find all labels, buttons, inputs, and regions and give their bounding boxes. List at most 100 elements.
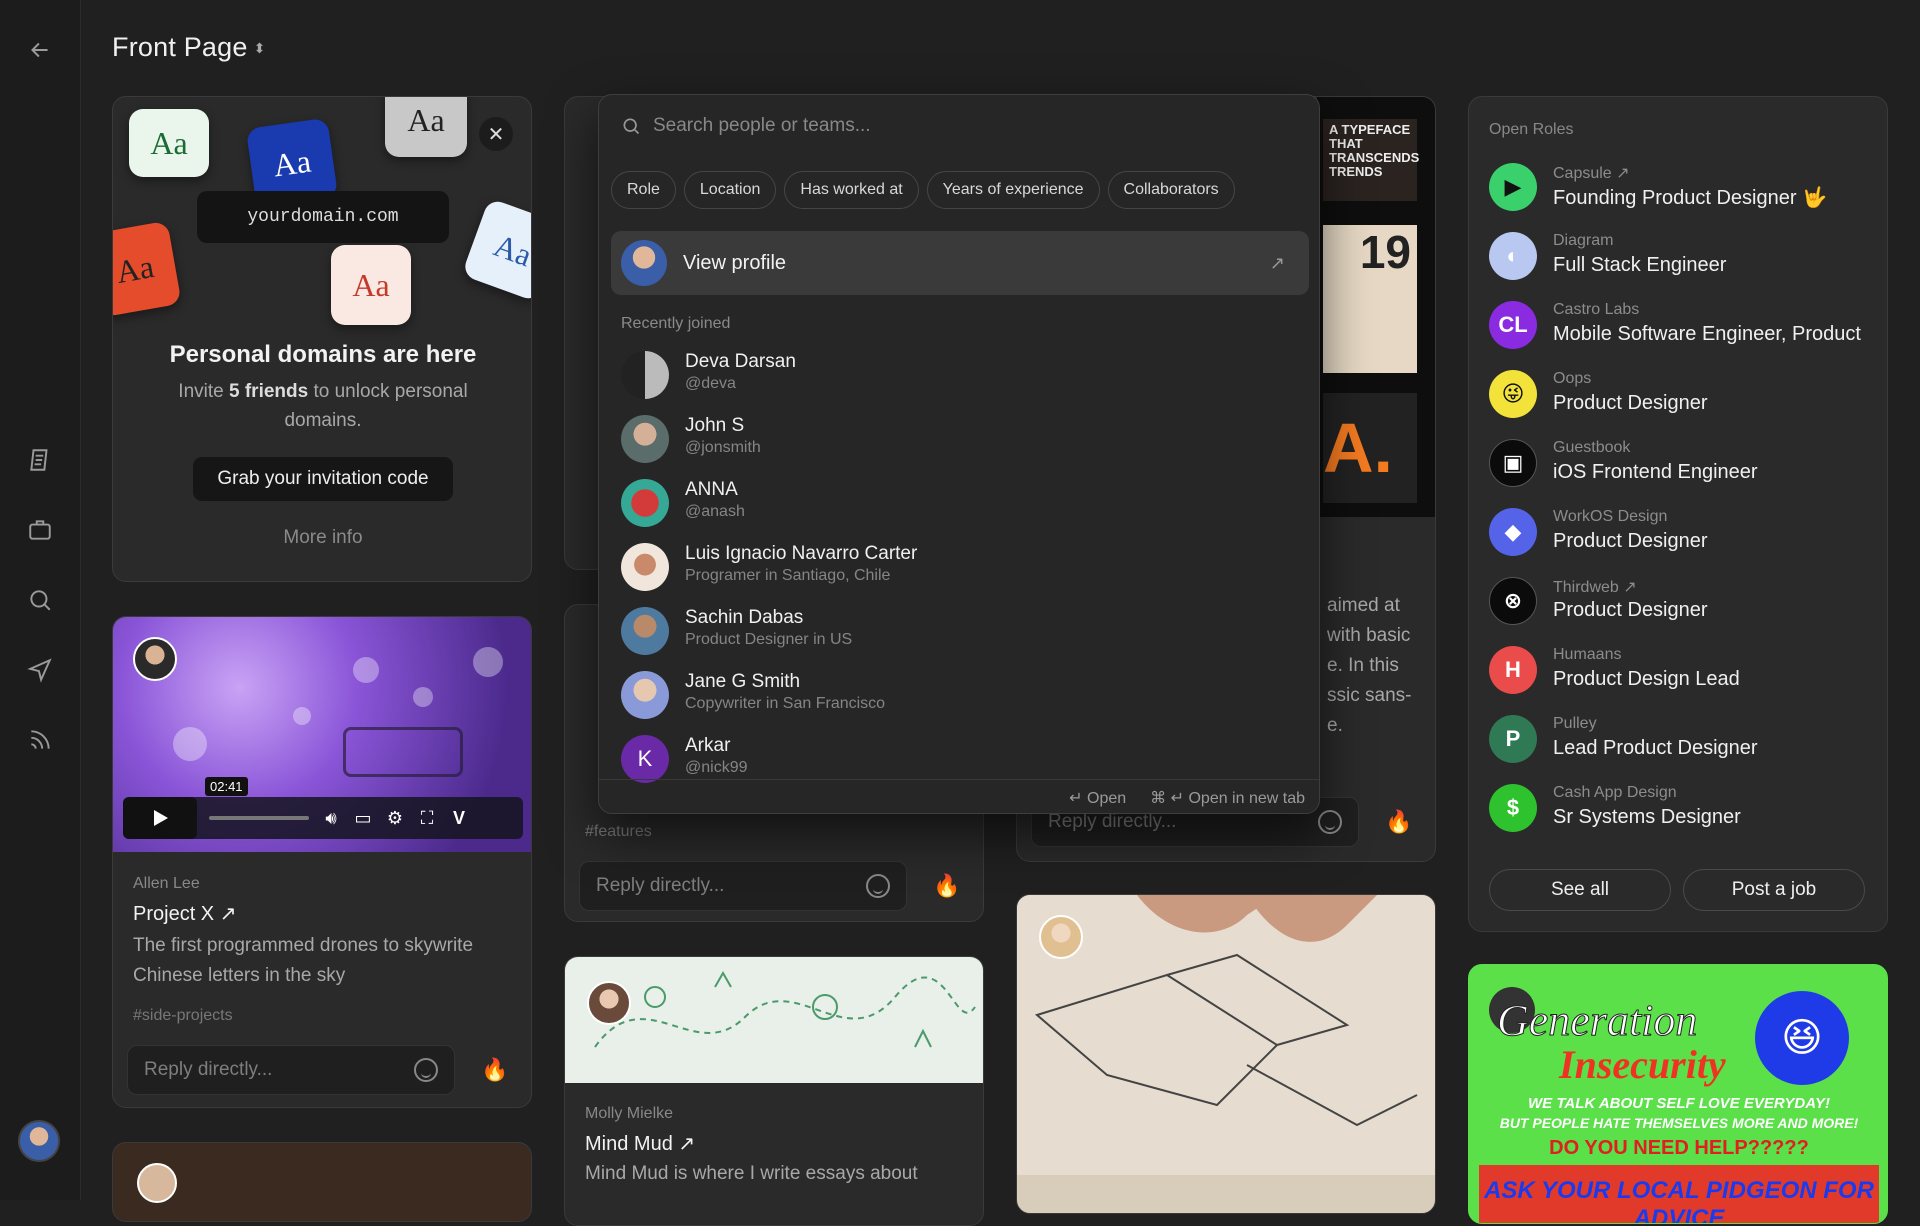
poster-text: A TYPEFACE THAT TRANSCENDS TRENDS bbox=[1323, 119, 1419, 201]
role-item[interactable]: $ Cash App Design Sr Systems Designer bbox=[1489, 780, 1879, 840]
briefcase-icon[interactable] bbox=[22, 512, 58, 548]
avatar bbox=[621, 415, 669, 463]
fire-icon[interactable]: 🔥 bbox=[1385, 809, 1412, 835]
role-item[interactable]: ▣ Guestbook iOS Frontend Engineer bbox=[1489, 435, 1879, 495]
person-handle: @nick99 bbox=[685, 759, 748, 776]
role-item[interactable]: ⊗ Thirdweb ↗ Product Designer bbox=[1489, 573, 1879, 633]
settings-icon[interactable]: ⚙ bbox=[385, 808, 405, 828]
author-avatar[interactable] bbox=[587, 981, 631, 1025]
vimeo-icon[interactable]: V bbox=[449, 808, 469, 828]
poster-line: ASK YOUR LOCAL PIDGEON FOR ADVICE bbox=[1479, 1165, 1879, 1223]
author-avatar[interactable] bbox=[133, 637, 177, 681]
avatar[interactable] bbox=[18, 1120, 60, 1162]
fire-icon[interactable]: 🔥 bbox=[933, 873, 960, 899]
drone-shape bbox=[343, 727, 463, 777]
more-info-link[interactable]: More info bbox=[113, 527, 531, 549]
domain-url: yourdomain.com bbox=[197, 191, 449, 243]
page-title[interactable]: Front Page ⬍ bbox=[112, 32, 266, 63]
filter-role[interactable]: Role bbox=[611, 171, 676, 209]
avatar bbox=[621, 607, 669, 655]
poster-line: WE TALK ABOUT SELF LOVE EVERYDAY! bbox=[1528, 1095, 1830, 1112]
send-icon[interactable] bbox=[22, 652, 58, 688]
role-item[interactable]: ◆ WorkOS Design Product Designer bbox=[1489, 504, 1879, 564]
project-title[interactable]: Project X ↗ bbox=[133, 901, 236, 926]
role-company: Guestbook bbox=[1553, 439, 1631, 456]
domain-card: Aa Aa Aa Aa Aa Aa yourdomain.com ✕ Perso… bbox=[112, 96, 532, 582]
post-job-button[interactable]: Post a job bbox=[1683, 869, 1865, 911]
open-new-tab-hint: ⌘ ↵ Open in new tab bbox=[1150, 789, 1305, 807]
person-name: Deva Darsan bbox=[685, 351, 796, 372]
avatar bbox=[621, 479, 669, 527]
person-row[interactable]: John S @jonsmith bbox=[621, 411, 1301, 471]
filter-collaborators[interactable]: Collaborators bbox=[1107, 171, 1235, 209]
oops-logo-icon: 😜 bbox=[1489, 370, 1537, 418]
role-item[interactable]: P Pulley Lead Product Designer bbox=[1489, 711, 1879, 771]
cast-icon[interactable]: ▭ bbox=[353, 808, 373, 828]
project-tag[interactable]: #side-projects bbox=[133, 1007, 233, 1025]
fire-icon[interactable]: 🔥 bbox=[481, 1057, 508, 1083]
view-profile-row[interactable]: View profile ↗ bbox=[611, 231, 1309, 295]
poster-card: 😆 Generation Insecurity WE TALK ABOUT SE… bbox=[1468, 964, 1888, 1224]
post-tag[interactable]: #features bbox=[585, 823, 652, 841]
close-icon[interactable]: ✕ bbox=[479, 117, 513, 151]
invitation-code-button[interactable]: Grab your invitation code bbox=[193, 457, 453, 501]
author-avatar[interactable] bbox=[1039, 915, 1083, 959]
reply-input[interactable]: Reply directly... bbox=[579, 861, 907, 911]
play-icon[interactable] bbox=[123, 797, 197, 839]
thirdweb-logo-icon: ⊗ bbox=[1489, 577, 1537, 625]
person-name: ANNA bbox=[685, 479, 738, 500]
person-row[interactable]: ANNA @anash bbox=[621, 475, 1301, 535]
project-card: 02:41 🔊︎ ▭ ⚙ ⛶ V Allen Lee Project X ↗ T… bbox=[112, 616, 532, 1108]
poster-image: A TYPEFACE THAT TRANSCENDS TRENDS 19 A. bbox=[1317, 97, 1435, 517]
video-controls: 🔊︎ ▭ ⚙ ⛶ V bbox=[123, 797, 523, 839]
avatar bbox=[621, 351, 669, 399]
author-name: Molly Mielke bbox=[585, 1105, 674, 1122]
person-row[interactable]: Deva Darsan @deva bbox=[621, 347, 1301, 407]
volume-icon[interactable]: 🔊︎ bbox=[321, 808, 341, 828]
role-title: Product Designer bbox=[1553, 599, 1708, 621]
sort-caret-icon: ⬍ bbox=[253, 40, 266, 57]
emoji-icon[interactable] bbox=[414, 1058, 438, 1082]
domain-title: Personal domains are here bbox=[169, 341, 477, 368]
role-company: Humaans bbox=[1553, 646, 1622, 663]
role-title: Product Designer bbox=[1553, 530, 1708, 552]
filter-has-worked-at[interactable]: Has worked at bbox=[784, 171, 919, 209]
mindmud-illustration bbox=[565, 957, 983, 1083]
person-row[interactable]: Jane G Smith Copywriter in San Francisco bbox=[621, 667, 1301, 727]
author-avatar[interactable] bbox=[137, 1163, 177, 1203]
fullscreen-icon[interactable]: ⛶ bbox=[417, 808, 437, 828]
rss-icon[interactable] bbox=[22, 722, 58, 758]
role-title: Product Design Lead bbox=[1553, 668, 1740, 690]
role-item[interactable]: H Humaans Product Design Lead bbox=[1489, 642, 1879, 702]
aa-tile: Aa bbox=[113, 220, 182, 318]
role-item[interactable]: ▶ Capsule ↗ Founding Product Designer 🤟 bbox=[1489, 159, 1879, 219]
mindmud-card: Molly Mielke Mind Mud ↗ Mind Mud is wher… bbox=[564, 956, 984, 1226]
notes-icon[interactable] bbox=[22, 442, 58, 478]
video-progress-bar[interactable] bbox=[209, 816, 309, 820]
person-handle: @deva bbox=[685, 375, 736, 392]
emoji-icon[interactable] bbox=[866, 874, 890, 898]
avatar bbox=[621, 671, 669, 719]
search-input[interactable]: Search people or teams... bbox=[621, 115, 871, 137]
filter-location[interactable]: Location bbox=[683, 171, 777, 209]
project-body: The first programmed drones to skywrite … bbox=[133, 935, 474, 986]
role-item[interactable]: 😜 Oops Product Designer bbox=[1489, 366, 1879, 426]
post-title[interactable]: Mind Mud ↗ bbox=[585, 1131, 695, 1156]
person-name: Jane G Smith bbox=[685, 671, 801, 692]
guestbook-logo-icon: ▣ bbox=[1489, 439, 1537, 487]
role-item[interactable]: CL Castro Labs Mobile Software Engineer, P… bbox=[1489, 297, 1879, 357]
see-all-button[interactable]: See all bbox=[1489, 869, 1671, 911]
filter-years-experience[interactable]: Years of experience bbox=[926, 171, 1100, 209]
person-row[interactable]: Luis Ignacio Navarro Carter Programer in … bbox=[621, 539, 1301, 599]
view-profile-label: View profile bbox=[683, 251, 787, 274]
aa-tile: Aa bbox=[129, 109, 209, 177]
back-arrow-icon[interactable] bbox=[22, 32, 58, 68]
person-row[interactable]: Sachin Dabas Product Designer in US bbox=[621, 603, 1301, 663]
video-player[interactable]: 02:41 🔊︎ ▭ ⚙ ⛶ V bbox=[113, 617, 531, 852]
reply-input[interactable]: Reply directly... bbox=[127, 1045, 455, 1095]
role-item[interactable]: ◐ Diagram Full Stack Engineer bbox=[1489, 228, 1879, 288]
person-name: Sachin Dabas bbox=[685, 607, 804, 628]
emoji-icon[interactable] bbox=[1318, 810, 1342, 834]
search-icon[interactable] bbox=[22, 582, 58, 618]
humaans-logo-icon: H bbox=[1489, 646, 1537, 694]
